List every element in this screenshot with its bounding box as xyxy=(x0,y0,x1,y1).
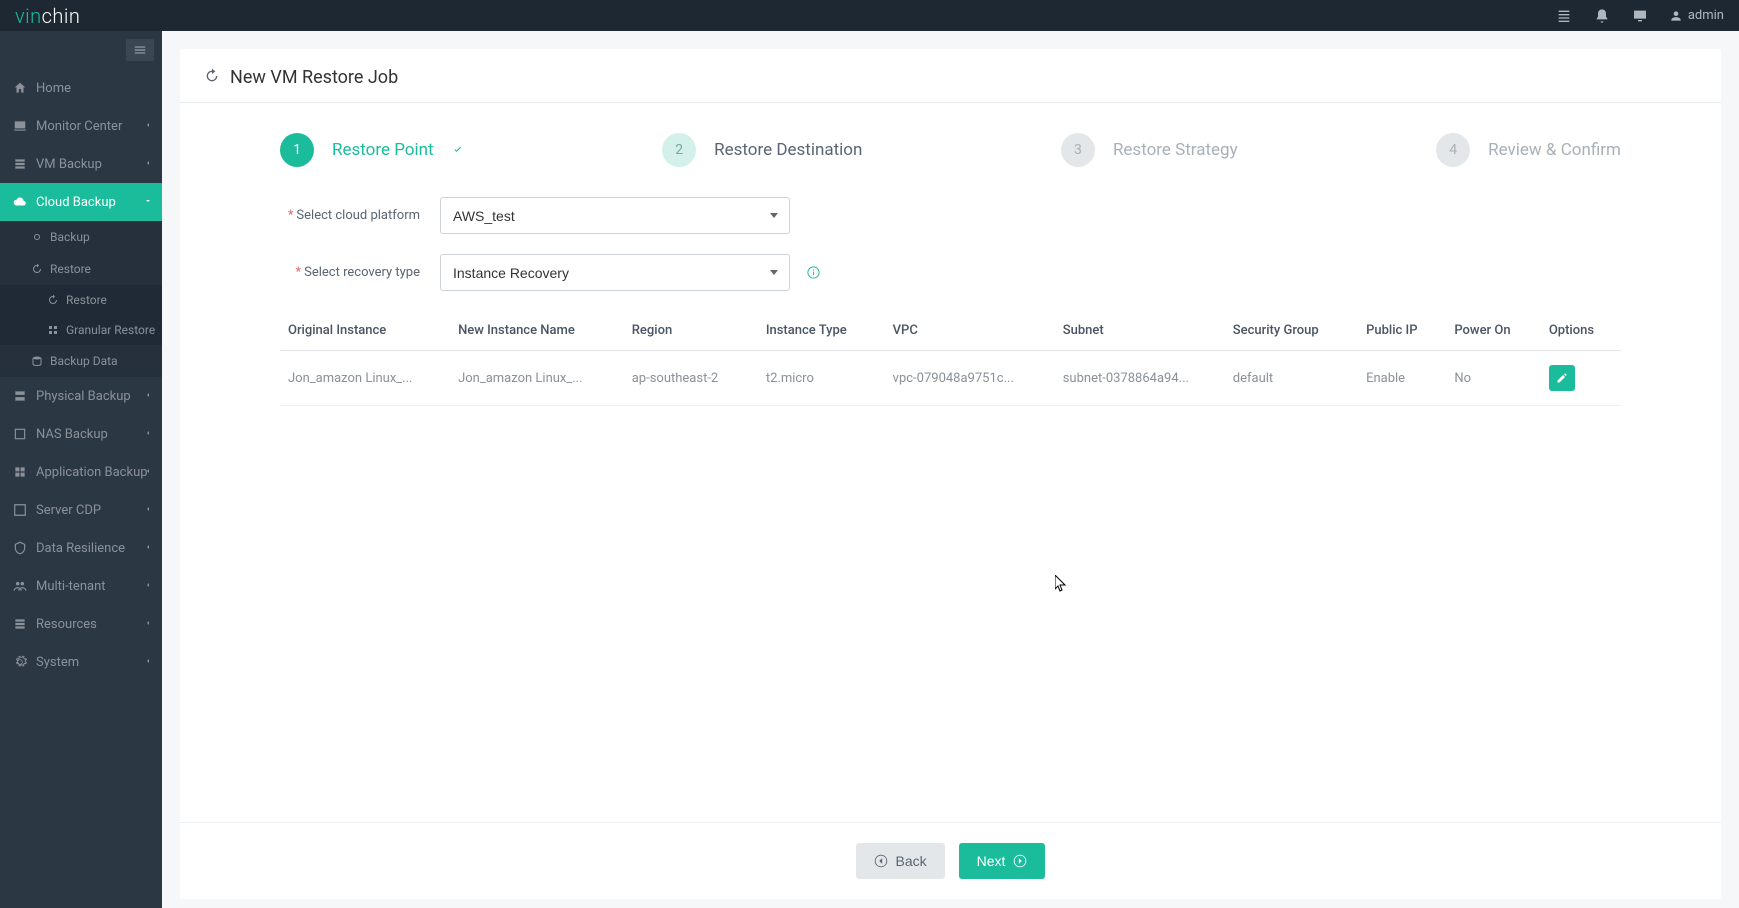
edit-row-button[interactable] xyxy=(1549,365,1575,391)
sidebar-subitem-backup-data[interactable]: Backup Data xyxy=(0,345,162,377)
th-original-instance: Original Instance xyxy=(280,311,450,351)
sidebar-subsubitem-granular-restore[interactable]: Granular Restore xyxy=(0,315,162,345)
step-restore-destination[interactable]: 2 Restore Destination xyxy=(662,133,862,167)
sidebar-subitem-backup[interactable]: Backup xyxy=(0,221,162,253)
th-vpc: VPC xyxy=(885,311,1055,351)
select-cloud-platform[interactable]: AWS_test xyxy=(440,197,790,234)
next-button[interactable]: Next xyxy=(959,843,1046,879)
step-review-confirm[interactable]: 4 Review & Confirm xyxy=(1436,133,1621,167)
back-button[interactable]: Back xyxy=(856,843,945,879)
select-recovery-type[interactable]: Instance Recovery xyxy=(440,254,790,291)
sidebar-subsubitem-restore[interactable]: Restore xyxy=(0,285,162,315)
th-new-instance-name: New Instance Name xyxy=(450,311,624,351)
cloud-icon xyxy=(12,194,28,210)
screen-icon[interactable] xyxy=(1631,7,1649,25)
monitor-icon xyxy=(12,118,28,134)
task-list-icon[interactable] xyxy=(1555,7,1573,25)
step-restore-point[interactable]: 1 Restore Point xyxy=(280,133,464,167)
resilience-icon xyxy=(12,540,28,556)
notification-icon[interactable] xyxy=(1593,7,1611,25)
chevron-left-icon xyxy=(144,657,152,668)
sidebar-item-physical-backup[interactable]: Physical Backup xyxy=(0,377,162,415)
physical-icon xyxy=(12,388,28,404)
sidebar-item-cloud-backup[interactable]: Cloud Backup xyxy=(0,183,162,221)
instance-table: Original Instance New Instance Name Regi… xyxy=(280,311,1621,406)
page-title: New VM Restore Job xyxy=(230,67,398,88)
restore-icon xyxy=(30,262,44,276)
gear-icon xyxy=(12,654,28,670)
user-menu[interactable]: admin xyxy=(1669,8,1724,23)
sidebar-item-multi-tenant[interactable]: Multi-tenant xyxy=(0,567,162,605)
sidebar-item-home[interactable]: Home xyxy=(0,69,162,107)
nas-icon xyxy=(12,426,28,442)
vm-icon xyxy=(12,156,28,172)
chevron-left-icon xyxy=(144,429,152,440)
cdp-icon xyxy=(12,502,28,518)
circle-icon xyxy=(30,230,44,244)
step-restore-strategy[interactable]: 3 Restore Strategy xyxy=(1061,133,1238,167)
chevron-left-icon xyxy=(144,505,152,516)
th-instance-type: Instance Type xyxy=(758,311,885,351)
sidebar-item-monitor-center[interactable]: Monitor Center xyxy=(0,107,162,145)
table-row: Jon_amazon Linux_... Jon_amazon Linux_..… xyxy=(280,351,1621,406)
sidebar-item-server-cdp[interactable]: Server CDP xyxy=(0,491,162,529)
granular-icon xyxy=(46,323,60,337)
chevron-left-icon xyxy=(144,543,152,554)
brand-logo[interactable]: vinchin xyxy=(15,4,80,28)
sidebar-item-vm-backup[interactable]: VM Backup xyxy=(0,145,162,183)
sidebar-toggle-button[interactable] xyxy=(126,39,154,61)
refresh-icon xyxy=(204,68,220,88)
sidebar-item-data-resilience[interactable]: Data Resilience xyxy=(0,529,162,567)
sidebar-item-system[interactable]: System xyxy=(0,643,162,681)
chevron-down-icon xyxy=(144,197,152,208)
chevron-left-icon xyxy=(144,121,152,132)
sidebar-subitem-restore[interactable]: Restore xyxy=(0,253,162,285)
chevron-left-icon xyxy=(144,581,152,592)
chevron-left-icon xyxy=(144,391,152,402)
sidebar-item-resources[interactable]: Resources xyxy=(0,605,162,643)
th-public-ip: Public IP xyxy=(1358,311,1446,351)
th-options: Options xyxy=(1541,311,1621,351)
chevron-left-icon xyxy=(144,619,152,630)
th-power-on: Power On xyxy=(1446,311,1541,351)
th-security-group: Security Group xyxy=(1225,311,1358,351)
resources-icon xyxy=(12,616,28,632)
info-icon[interactable] xyxy=(805,265,821,281)
label-recovery-type: *Select recovery type xyxy=(280,265,440,280)
sidebar-item-nas-backup[interactable]: NAS Backup xyxy=(0,415,162,453)
chevron-left-icon xyxy=(144,159,152,170)
home-icon xyxy=(12,80,28,96)
label-cloud-platform: *Select cloud platform xyxy=(280,208,440,223)
check-icon xyxy=(452,141,464,160)
th-subnet: Subnet xyxy=(1055,311,1225,351)
app-icon xyxy=(12,464,28,480)
tenant-icon xyxy=(12,578,28,594)
chevron-left-icon xyxy=(144,467,152,478)
restore-icon xyxy=(46,293,60,307)
sidebar: Home Monitor Center VM Backup Cloud Back… xyxy=(0,31,162,908)
database-icon xyxy=(30,354,44,368)
sidebar-item-application-backup[interactable]: Application Backup xyxy=(0,453,162,491)
th-region: Region xyxy=(624,311,758,351)
